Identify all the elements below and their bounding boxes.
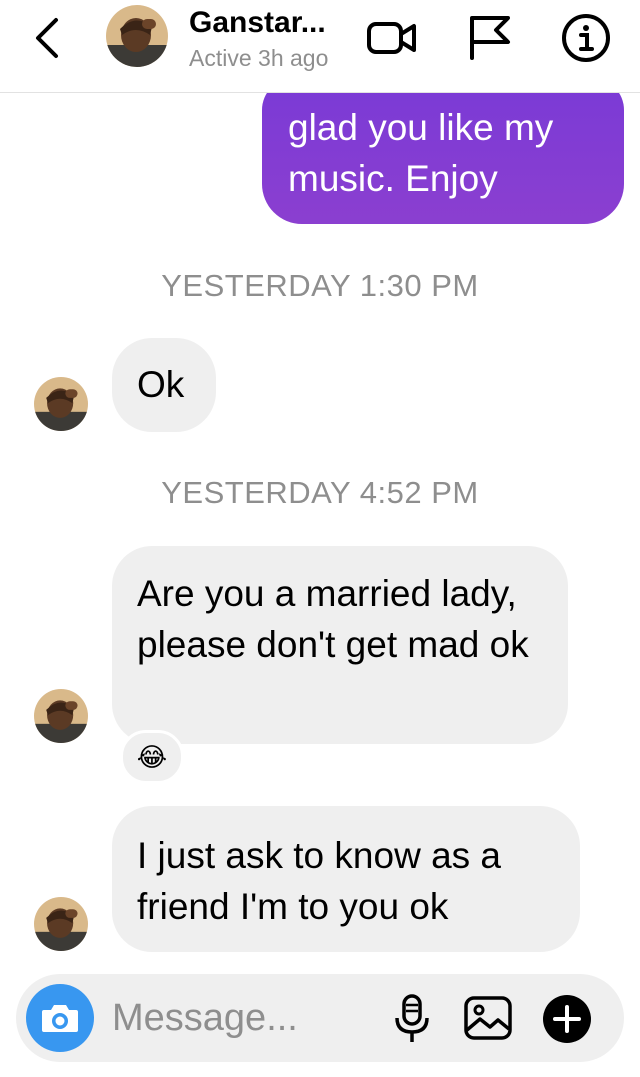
message-text: glad you like my music. Enjoy: [288, 107, 554, 199]
report-button[interactable]: [466, 12, 514, 62]
incoming-message-bubble[interactable]: Ok: [112, 338, 216, 432]
video-call-icon: [367, 22, 416, 54]
contact-name[interactable]: Ganstar...: [189, 6, 326, 40]
incoming-message-bubble[interactable]: Are you a married lady, please don't get…: [112, 546, 568, 744]
plus-icon: [543, 995, 591, 1043]
flag-icon: [470, 16, 510, 60]
sender-avatar[interactable]: [34, 689, 88, 743]
sender-avatar[interactable]: [34, 897, 88, 951]
microphone-icon: [395, 994, 429, 1042]
voice-message-button[interactable]: [392, 992, 432, 1046]
message-timestamp: YESTERDAY 4:52 PM: [161, 475, 479, 510]
message-text: I just ask to know as a friend I'm to yo…: [137, 835, 502, 927]
laughing-emoji-icon: 😂: [136, 741, 168, 772]
message-text: Are you a married lady, please don't get…: [137, 573, 529, 665]
outgoing-message-bubble[interactable]: glad you like my music. Enjoy: [262, 78, 624, 224]
message-timestamp: YESTERDAY 1:30 PM: [161, 268, 479, 303]
active-status: Active 3h ago: [189, 45, 329, 71]
gallery-button[interactable]: [462, 994, 514, 1042]
gallery-icon: [464, 996, 512, 1040]
message-input[interactable]: [112, 992, 372, 1044]
message-composer: [16, 974, 624, 1062]
info-icon: [562, 14, 610, 62]
back-chevron-icon: [36, 18, 58, 58]
back-button[interactable]: [28, 12, 68, 64]
incoming-message-bubble[interactable]: I just ask to know as a friend I'm to yo…: [112, 806, 580, 952]
info-button[interactable]: [560, 12, 612, 64]
message-text: Ok: [137, 364, 185, 405]
chat-header: Ganstar... Active 3h ago: [0, 0, 640, 93]
camera-icon: [42, 1005, 78, 1032]
reaction-badge[interactable]: 😂: [120, 730, 184, 784]
camera-button[interactable]: [26, 984, 94, 1052]
sender-avatar[interactable]: [34, 377, 88, 431]
avatar[interactable]: [106, 5, 168, 67]
more-options-button[interactable]: [542, 994, 592, 1044]
video-call-button[interactable]: [366, 16, 418, 60]
avatar-photo: [34, 689, 88, 743]
avatar-photo: [106, 5, 168, 67]
avatar-photo: [34, 897, 88, 951]
avatar-photo: [34, 377, 88, 431]
